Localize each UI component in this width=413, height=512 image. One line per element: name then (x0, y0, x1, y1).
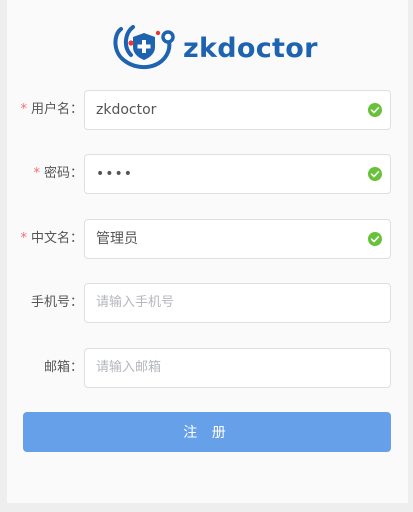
form-row-chinese-name: * 中文名： 管理员 (7, 219, 408, 259)
required-mark: * (20, 231, 27, 246)
register-card: zkdoctor * 用户名： zkdoctor * 密码： •••• * 中文… (7, 0, 408, 503)
stethoscope-shield-icon (113, 25, 175, 70)
username-input[interactable]: zkdoctor (84, 90, 391, 130)
phone-input[interactable]: 请输入手机号 (84, 283, 391, 323)
chinese-name-label: * 中文名： (20, 219, 83, 259)
required-mark: * (20, 102, 27, 117)
password-label: * 密码： (33, 154, 83, 194)
required-mark: * (33, 166, 40, 181)
chinese-name-value: 管理员 (96, 231, 138, 247)
chinese-name-label-text: 中文名： (30, 231, 83, 246)
username-value: zkdoctor (96, 102, 157, 118)
form-row-email: 邮箱： 请输入邮箱 (7, 348, 408, 388)
register-button[interactable]: 注 册 (23, 412, 391, 452)
form-row-username: * 用户名： zkdoctor (7, 90, 408, 130)
password-input[interactable]: •••• (84, 154, 391, 194)
username-label: * 用户名： (20, 90, 83, 130)
password-value: •••• (96, 166, 134, 182)
brand-logo: zkdoctor (111, 22, 318, 74)
check-circle-icon (368, 167, 382, 181)
check-circle-icon (368, 232, 382, 246)
password-label-text: 密码： (43, 166, 83, 181)
form-row-phone: 手机号： 请输入手机号 (7, 283, 408, 323)
email-placeholder: 请输入邮箱 (96, 360, 162, 375)
brand-name: zkdoctor (183, 32, 318, 64)
username-label-text: 用户名： (30, 102, 83, 117)
phone-label: 手机号： (30, 295, 83, 310)
check-circle-icon (368, 103, 382, 117)
form-row-password: * 密码： •••• (7, 154, 408, 194)
email-label: 邮箱： (43, 360, 83, 375)
email-input[interactable]: 请输入邮箱 (84, 348, 391, 388)
phone-placeholder: 请输入手机号 (96, 295, 175, 310)
chinese-name-input[interactable]: 管理员 (84, 219, 391, 259)
